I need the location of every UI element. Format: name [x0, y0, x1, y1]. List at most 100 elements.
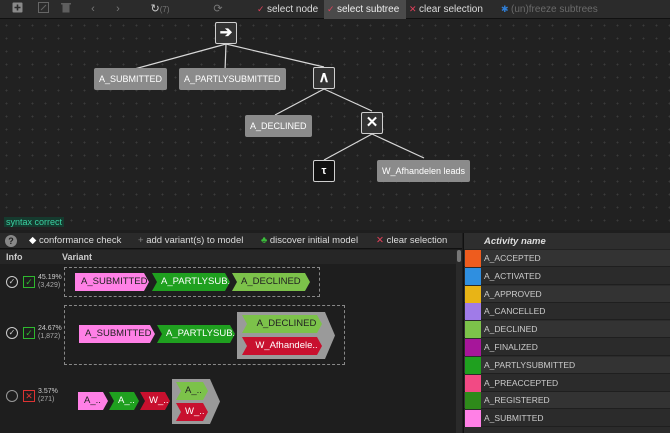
activity-color-swatch[interactable] [465, 410, 481, 428]
tau-icon: τ [321, 165, 327, 177]
activity-chevron[interactable]: A_.. [78, 392, 108, 410]
activity-label: A_SUBMITTED [484, 413, 544, 424]
activity-color-swatch[interactable] [465, 303, 481, 321]
activity-label: A_ACTIVATED [484, 270, 541, 281]
check-icon: ✓ [327, 4, 335, 14]
leaf-a-submitted[interactable]: A_SUBMITTED [94, 68, 168, 90]
help-icon[interactable]: ? [5, 235, 17, 247]
activity-label: A_ACCEPTED [484, 253, 541, 263]
clear-selection-button[interactable]: ✕ clear selection [406, 0, 488, 19]
activity-label: A_CANCELLED [484, 306, 546, 317]
activity-row[interactable]: A_ACTIVATED [464, 267, 670, 285]
variant-frequency: 45.19% (3,429) [38, 274, 62, 289]
activity-chevron[interactable]: W_Afhandele.. [242, 337, 322, 355]
chevron-left-icon[interactable]: ‹ [85, 2, 101, 17]
clear-selection-variants-button[interactable]: ✕ clear selection [376, 233, 447, 249]
variant-box[interactable]: A_SUBMITTED A_PARTLYSUB.. A_DECLINED W_A… [64, 305, 345, 365]
scrollbar-thumb[interactable] [457, 250, 461, 262]
activity-row[interactable]: A_CANCELLED [464, 303, 670, 321]
activity-chevron[interactable]: A_DECLINED [232, 273, 310, 291]
activity-chevron[interactable]: A_DECLINED [242, 315, 322, 333]
variant-list: ✓ ✓ 45.19% (3,429) A_SUBMITTED A_PARTLYS… [0, 264, 455, 433]
variant-row[interactable]: ✓ ✓ 24.67% (1,872) A_SUBMITTED A_PARTLYS… [0, 304, 455, 374]
activity-chevron[interactable]: A_PARTLYSUB.. [152, 273, 230, 291]
syntax-status-badge: syntax correct [4, 217, 65, 227]
variant-row[interactable]: ✕ 3.57% (271) A_.. A_.. W_.. A_.. W_.. [0, 374, 455, 433]
undo-history-button[interactable]: ↻(7) [145, 2, 175, 17]
parallel-operator-node[interactable]: ∧ [313, 67, 335, 89]
activity-label: A_PARTLYSUBMITTED [484, 359, 576, 370]
refresh-icon[interactable]: ⟳ [210, 2, 226, 17]
select-subtree-button[interactable]: ✓ select subtree [324, 0, 406, 19]
activity-label: A_FINALIZED [484, 342, 538, 352]
activity-color-swatch[interactable] [465, 321, 481, 339]
trash-icon[interactable] [58, 2, 74, 17]
discover-initial-model-button[interactable]: ♣ discover initial model [261, 233, 358, 249]
select-variant-checkbox[interactable]: ✓ [6, 276, 18, 288]
edit-icon[interactable] [35, 2, 51, 17]
sequence-arrow-icon: ➔ [219, 24, 233, 41]
activity-label: A_PREACCEPTED [484, 377, 559, 388]
activity-row[interactable]: A_APPROVED [464, 285, 670, 303]
select-node-button[interactable]: ✓ select node [254, 0, 322, 19]
check-icon: ✓ [257, 4, 265, 14]
fitting-check-icon: ✓ [23, 327, 35, 339]
close-icon: ✕ [409, 4, 417, 14]
snowflake-icon: ✱ [501, 4, 509, 14]
freeze-subtrees-button[interactable]: ✱ (un)freeze subtrees [498, 0, 598, 19]
activity-list: A_ACCEPTED A_ACTIVATED A_APPROVED A_CANCELL… [464, 250, 670, 433]
select-variant-checkbox[interactable] [6, 390, 18, 402]
activity-row[interactable]: A_PARTLYSUBMITTED [464, 356, 670, 374]
leaf-w-afhandelen[interactable]: W_Afhandelen leads [377, 160, 471, 182]
activity-color-swatch[interactable] [465, 285, 481, 303]
activity-panel: Activity name A_ACCEPTED A_ACTIVATED A_APP… [463, 233, 670, 433]
variant-table-header: Info Variant [0, 250, 462, 264]
activity-color-swatch[interactable] [465, 339, 481, 356]
leaf-a-declined[interactable]: A_DECLINED [245, 115, 312, 137]
activity-row[interactable]: A_FINALIZED [464, 339, 670, 356]
activity-label: A_REGISTERED [484, 395, 550, 406]
activity-row[interactable]: A_ACCEPTED [464, 250, 670, 267]
leaf-a-partlysubmitted[interactable]: A_PARTLYSUBMITTED [179, 68, 286, 90]
activity-color-swatch[interactable] [465, 374, 481, 392]
activity-color-swatch[interactable] [465, 392, 481, 410]
select-variant-checkbox[interactable]: ✓ [6, 327, 18, 339]
process-tree-canvas[interactable]: ➔ A_SUBMITTED A_PARTLYSUBMITTED ∧ A_DECL… [0, 19, 670, 230]
tree-edges [126, 43, 425, 161]
xor-operator-node[interactable]: ✕ [361, 112, 383, 134]
plus-icon: + [138, 235, 144, 246]
activity-row[interactable]: A_SUBMITTED [464, 410, 670, 428]
variant-row[interactable]: ✓ ✓ 45.19% (3,429) A_SUBMITTED A_PARTLYS… [0, 264, 455, 304]
chevron-right-icon[interactable]: › [110, 2, 126, 17]
activity-color-swatch[interactable] [465, 250, 481, 267]
close-icon: ✕ [376, 235, 384, 246]
conformance-toolbar: ? ◆ conformance check + add variant(s) t… [0, 233, 462, 249]
variant-box[interactable]: A_.. A_.. W_.. A_.. W_.. [78, 377, 228, 427]
activity-chevron[interactable]: W_.. [140, 392, 170, 410]
activity-label: A_DECLINED [484, 324, 538, 335]
activity-chevron[interactable]: A_.. [109, 392, 139, 410]
variant-box[interactable]: A_SUBMITTED A_PARTLYSUB.. A_DECLINED [64, 267, 320, 297]
layers-icon: ◆ [29, 235, 37, 246]
sequence-operator-node[interactable]: ➔ [215, 22, 237, 44]
activity-chevron[interactable]: A_PARTLYSUB.. [157, 325, 235, 343]
tree-icon: ♣ [261, 235, 268, 246]
activity-color-swatch[interactable] [465, 267, 481, 285]
add-variants-button[interactable]: + add variant(s) to model [138, 233, 243, 249]
activity-row[interactable]: A_PREACCEPTED [464, 374, 670, 392]
fitting-check-icon: ✓ [23, 276, 35, 288]
activity-color-swatch[interactable] [465, 356, 481, 374]
and-icon: ∧ [318, 69, 330, 86]
tau-node[interactable]: τ [313, 160, 335, 182]
activity-chevron[interactable]: A_SUBMITTED [75, 273, 149, 291]
activity-name-header[interactable]: Activity name [464, 233, 670, 250]
add-node-icon[interactable] [9, 2, 25, 17]
activity-row[interactable]: A_DECLINED [464, 321, 670, 339]
top-toolbar: ‹ › ↻(7) ⟳ ✓ select node ✓ select subtre… [0, 0, 670, 19]
activity-row[interactable]: A_REGISTERED [464, 392, 670, 410]
variant-scrollbar[interactable] [456, 250, 462, 433]
activity-chevron[interactable]: A_SUBMITTED [79, 325, 155, 343]
conformance-check-button[interactable]: ◆ conformance check [29, 233, 121, 249]
xor-icon: ✕ [365, 114, 379, 131]
activity-label: A_APPROVED [484, 288, 542, 299]
